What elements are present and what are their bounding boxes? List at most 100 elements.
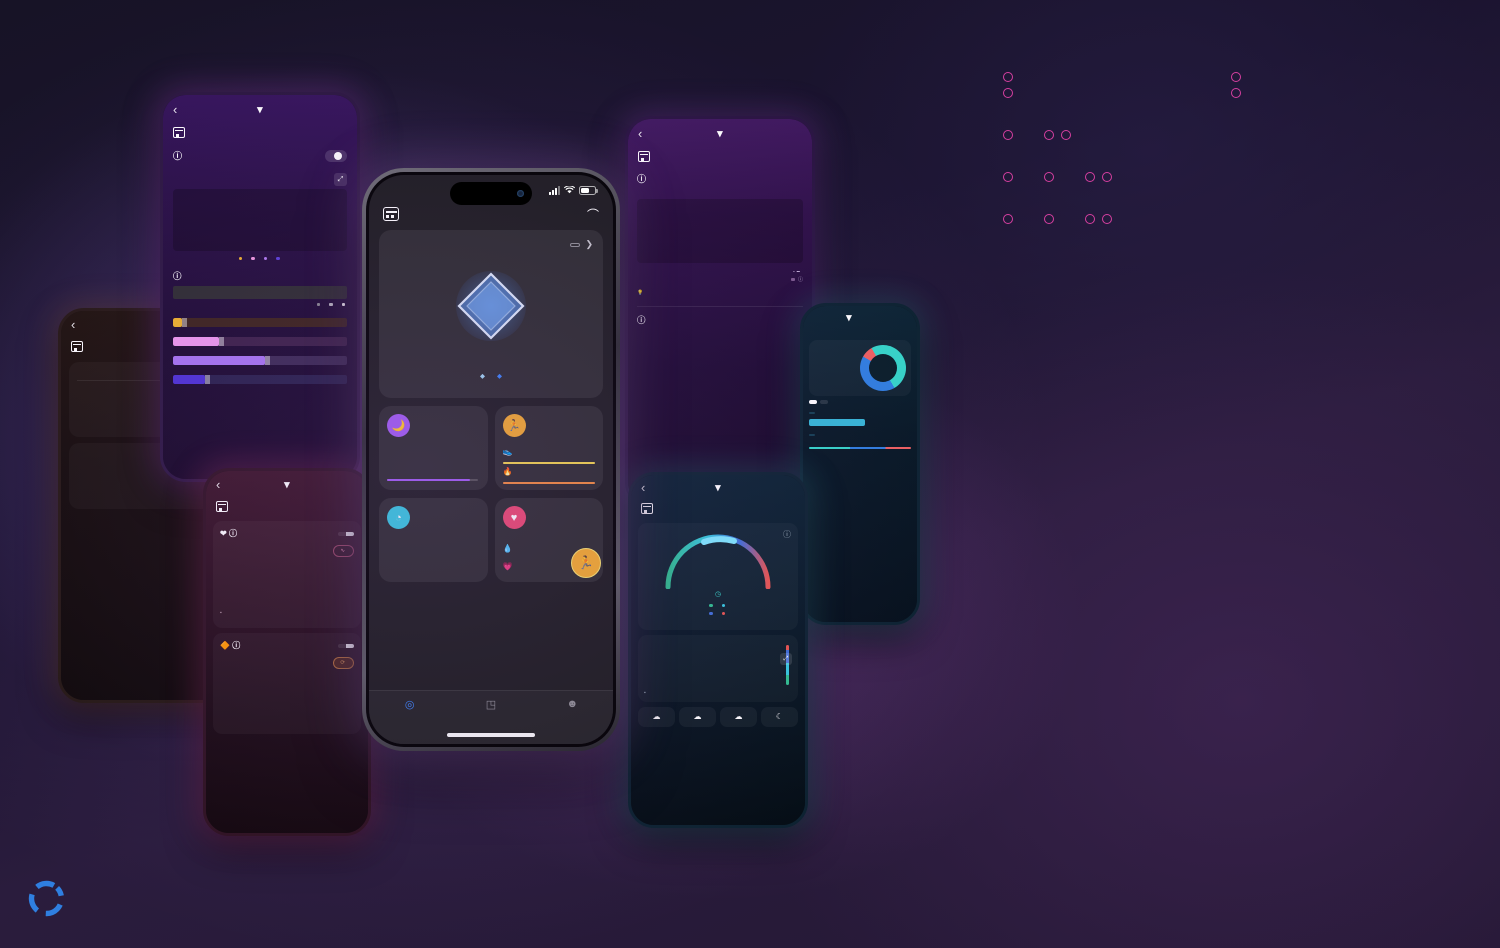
sleep-datebar[interactable] [163,123,357,142]
collapse-icon[interactable]: ⌒ [587,206,599,223]
sleep-hr-toggle[interactable] [325,149,347,162]
legend-item: ⓘ [791,276,803,283]
movement-title: ⓘ [173,271,182,281]
stage-row-rem [173,334,347,346]
stress2-row-2 [809,432,911,438]
beta-badge [570,242,581,247]
toggle-knob [334,151,342,160]
feature-item [1003,88,1231,98]
spo2-datebar[interactable] [628,147,812,166]
kcal-progress [502,482,595,484]
quality-chip [809,412,815,414]
tile-stress[interactable]: ◔ [379,498,488,582]
bullet-ring-icon [1003,172,1013,182]
sleep-title: ▾ [257,103,263,116]
legend-item [721,603,728,609]
tab-trends[interactable]: ◳ [450,698,531,711]
bullet-ring-icon [1003,88,1013,98]
seg-5min[interactable] [338,644,346,648]
feature-item [1044,130,1061,140]
spo2-interval-toggle[interactable] [338,643,354,648]
back-icon[interactable]: ‹ [641,480,645,495]
droplet-icon: 💧 [502,544,513,553]
stress-bar-chart [644,645,783,685]
spo2-section-title: ⓘ [637,174,647,184]
tile-heart[interactable]: ♥ 💧 💗 🏃 [494,498,603,582]
tile-row-2: ◔ ♥ 💧 💗 🏃 [379,498,603,582]
seg-30min[interactable] [346,531,354,536]
expand-icon[interactable]: ⤢ [334,173,347,186]
seg-5min[interactable] [338,532,346,536]
tab-einblicke[interactable]: ◎ [369,698,450,711]
info-icon[interactable]: ⓘ [783,529,791,540]
phone-vitals: ‹ ▾ ❤ ⓘ ∿ ▪ 🔶 ⓘ ⟳ [203,468,371,836]
sleep-screen: ‹ ▾ ⓘ ⤢ ⓘ [163,95,357,479]
chevron-right-icon[interactable]: ❯ [585,239,593,250]
stress2-navbar: ▾ [803,306,917,328]
wifi-icon [563,185,576,194]
hr-interval-toggle[interactable] [338,531,354,536]
hr-measure-button[interactable]: ∿ [333,545,354,557]
stage-row-light [173,353,347,365]
feature-group-stress [1003,130,1483,146]
spo2-night-chart [637,199,803,263]
vitals-navbar: ‹ ▾ [206,471,368,497]
feature-item [1044,214,1061,224]
calendar-icon[interactable] [216,501,228,512]
tile-row-1: 🌙 🏃 👟 🔥 [379,406,603,490]
back-icon[interactable]: ‹ [216,477,220,492]
temp-title: ⓘ [637,314,646,325]
back-icon[interactable]: ‹ [71,317,75,332]
tile-activity[interactable]: 🏃 👟 🔥 [494,406,603,490]
calendar-icon[interactable] [638,151,650,162]
cloud-icon: ☁ [734,712,743,721]
stress2-tabs[interactable] [809,400,911,404]
legend-item [263,256,270,262]
legend-item [316,302,323,308]
calendar-icon[interactable] [641,503,653,514]
tab-last-night[interactable] [809,400,817,404]
stress-score-label: ◷ [714,591,722,598]
back-icon[interactable]: ‹ [173,102,177,117]
seg-30min[interactable] [346,643,354,648]
vitals-screen: ‹ ▾ ❤ ⓘ ∿ ▪ 🔶 ⓘ ⟳ [206,471,368,833]
home-indicator[interactable] [447,733,535,737]
bullet-ring-icon [1102,214,1112,224]
stress2-datebar[interactable] [803,328,917,336]
stage-bar [173,356,347,365]
brand-logo [26,878,78,919]
back-icon[interactable]: ‹ [638,126,642,141]
calendar-icon[interactable] [173,127,185,138]
stage-bar [173,375,347,384]
stress-datebar[interactable] [631,499,805,518]
tab-profil[interactable]: ☻ [532,698,613,710]
spo2-measure-button[interactable]: ⟳ [333,657,354,669]
tab-bar[interactable]: ◎ ◳ ☻ [369,690,613,744]
legend-item [709,611,715,617]
legend-item [341,302,348,308]
workout-fab[interactable]: 🏃 [571,548,601,578]
feature-item [1003,130,1020,140]
tile-sleep[interactable]: 🌙 [379,406,488,490]
hypnogram-legend [163,256,357,262]
calendar-icon[interactable] [383,207,399,221]
date-selector[interactable]: ⌒ [369,205,613,223]
moon-icon: ☾ [775,712,784,721]
hypnogram-chart [173,189,347,251]
insights-icon: ◎ [404,699,415,711]
expand-icon[interactable]: ⤢ [780,653,792,665]
feature-item [1085,214,1102,224]
feature-item [1102,172,1119,182]
stress-legend [644,603,792,609]
running-icon: 🏃 [502,414,526,437]
poster-background: ‹ ‹ ▾ ⓘ ⤢ ⓘ ‹ ▾ ❤ ⓘ ∿ ▪ 🔶 ⓘ ⟳ ‹ ▾ ⓘ ⓘ 💡 … [0,0,1500,948]
calendar-icon[interactable] [71,341,83,352]
feature-group-sleep [1003,72,1483,104]
vitals-datebar[interactable] [206,497,368,516]
cloud-icon: ☁ [652,712,661,721]
quadrant-evening: ☾ [761,707,798,727]
tab-last-7-nights[interactable] [820,400,828,404]
legend-item: ◆ [480,373,485,380]
trends-icon: ◳ [485,699,497,711]
stress-mini-chart [387,545,480,575]
